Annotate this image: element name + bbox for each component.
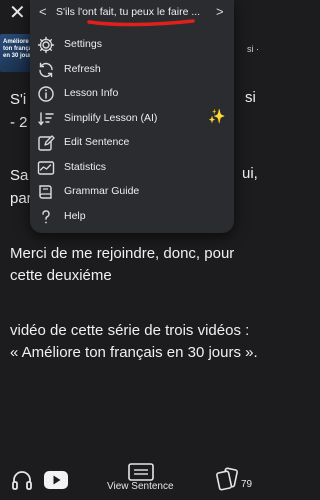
lesson-title: S'ils l'ont fait, tu peux le faire ... [56, 6, 201, 18]
chevron-left-icon[interactable]: < [39, 4, 47, 19]
sparkle-icon: ✨ [208, 108, 226, 124]
book-icon [39, 185, 52, 199]
menu-item-label: Lesson Info [64, 87, 119, 99]
lesson-paragraph-2[interactable]: vidéo de cette série de trois vidéos : «… [10, 320, 260, 364]
menu-item-label: Statistics [64, 161, 107, 173]
menu-item-simplify-lesson[interactable]: Simplify Lesson (AI) ✨ [30, 107, 234, 131]
menu-item-label: Refresh [64, 63, 101, 75]
thumbnail-side-text: si · [247, 44, 259, 54]
info-icon [38, 86, 54, 102]
lesson-line-3-end[interactable]: ui, [242, 165, 258, 182]
sentence-view-icon[interactable] [128, 463, 154, 481]
lesson-options-menu: < S'ils l'ont fait, tu peux le faire ...… [30, 0, 234, 233]
menu-header: < S'ils l'ont fait, tu peux le faire ...… [30, 0, 234, 28]
view-sentence-button[interactable]: View Sentence [107, 481, 174, 492]
menu-item-lesson-info[interactable]: Lesson Info [30, 82, 234, 106]
close-icon[interactable]: ✕ [9, 3, 26, 23]
menu-item-label: Grammar Guide [64, 185, 140, 197]
lesson-paragraph-1[interactable]: Merci de me rejoindre, donc, pour cette … [10, 243, 260, 287]
simplify-icon [38, 112, 54, 126]
flashcards-count: 79 [241, 479, 253, 490]
flashcards-icon[interactable] [215, 466, 239, 492]
lesson-screen: ✕ Améliore ton français en 30 jours si ·… [0, 0, 263, 500]
menu-item-settings[interactable]: Settings [30, 33, 234, 57]
refresh-icon [39, 62, 53, 78]
menu-item-statistics[interactable]: Statistics [30, 156, 234, 180]
menu-item-refresh[interactable]: Refresh [30, 58, 234, 82]
menu-item-grammar-guide[interactable]: Grammar Guide [30, 180, 234, 204]
headphones-icon[interactable] [10, 468, 34, 492]
menu-item-label: Settings [64, 38, 102, 50]
chevron-right-icon[interactable]: > [216, 4, 224, 19]
menu-item-label: Simplify Lesson (AI) [64, 112, 158, 124]
menu-item-label: Edit Sentence [64, 136, 130, 148]
menu-item-edit-sentence[interactable]: Edit Sentence [30, 131, 234, 155]
lesson-line-1-end[interactable]: si [245, 89, 256, 106]
help-icon [42, 210, 50, 224]
menu-item-label: Help [64, 210, 86, 222]
statistics-icon [37, 161, 55, 175]
menu-item-help[interactable]: Help [30, 205, 234, 229]
gear-icon [37, 36, 55, 54]
bottom-bar [0, 458, 263, 500]
youtube-icon[interactable] [44, 471, 68, 489]
red-redaction-mark [87, 19, 195, 27]
edit-icon [38, 135, 55, 151]
